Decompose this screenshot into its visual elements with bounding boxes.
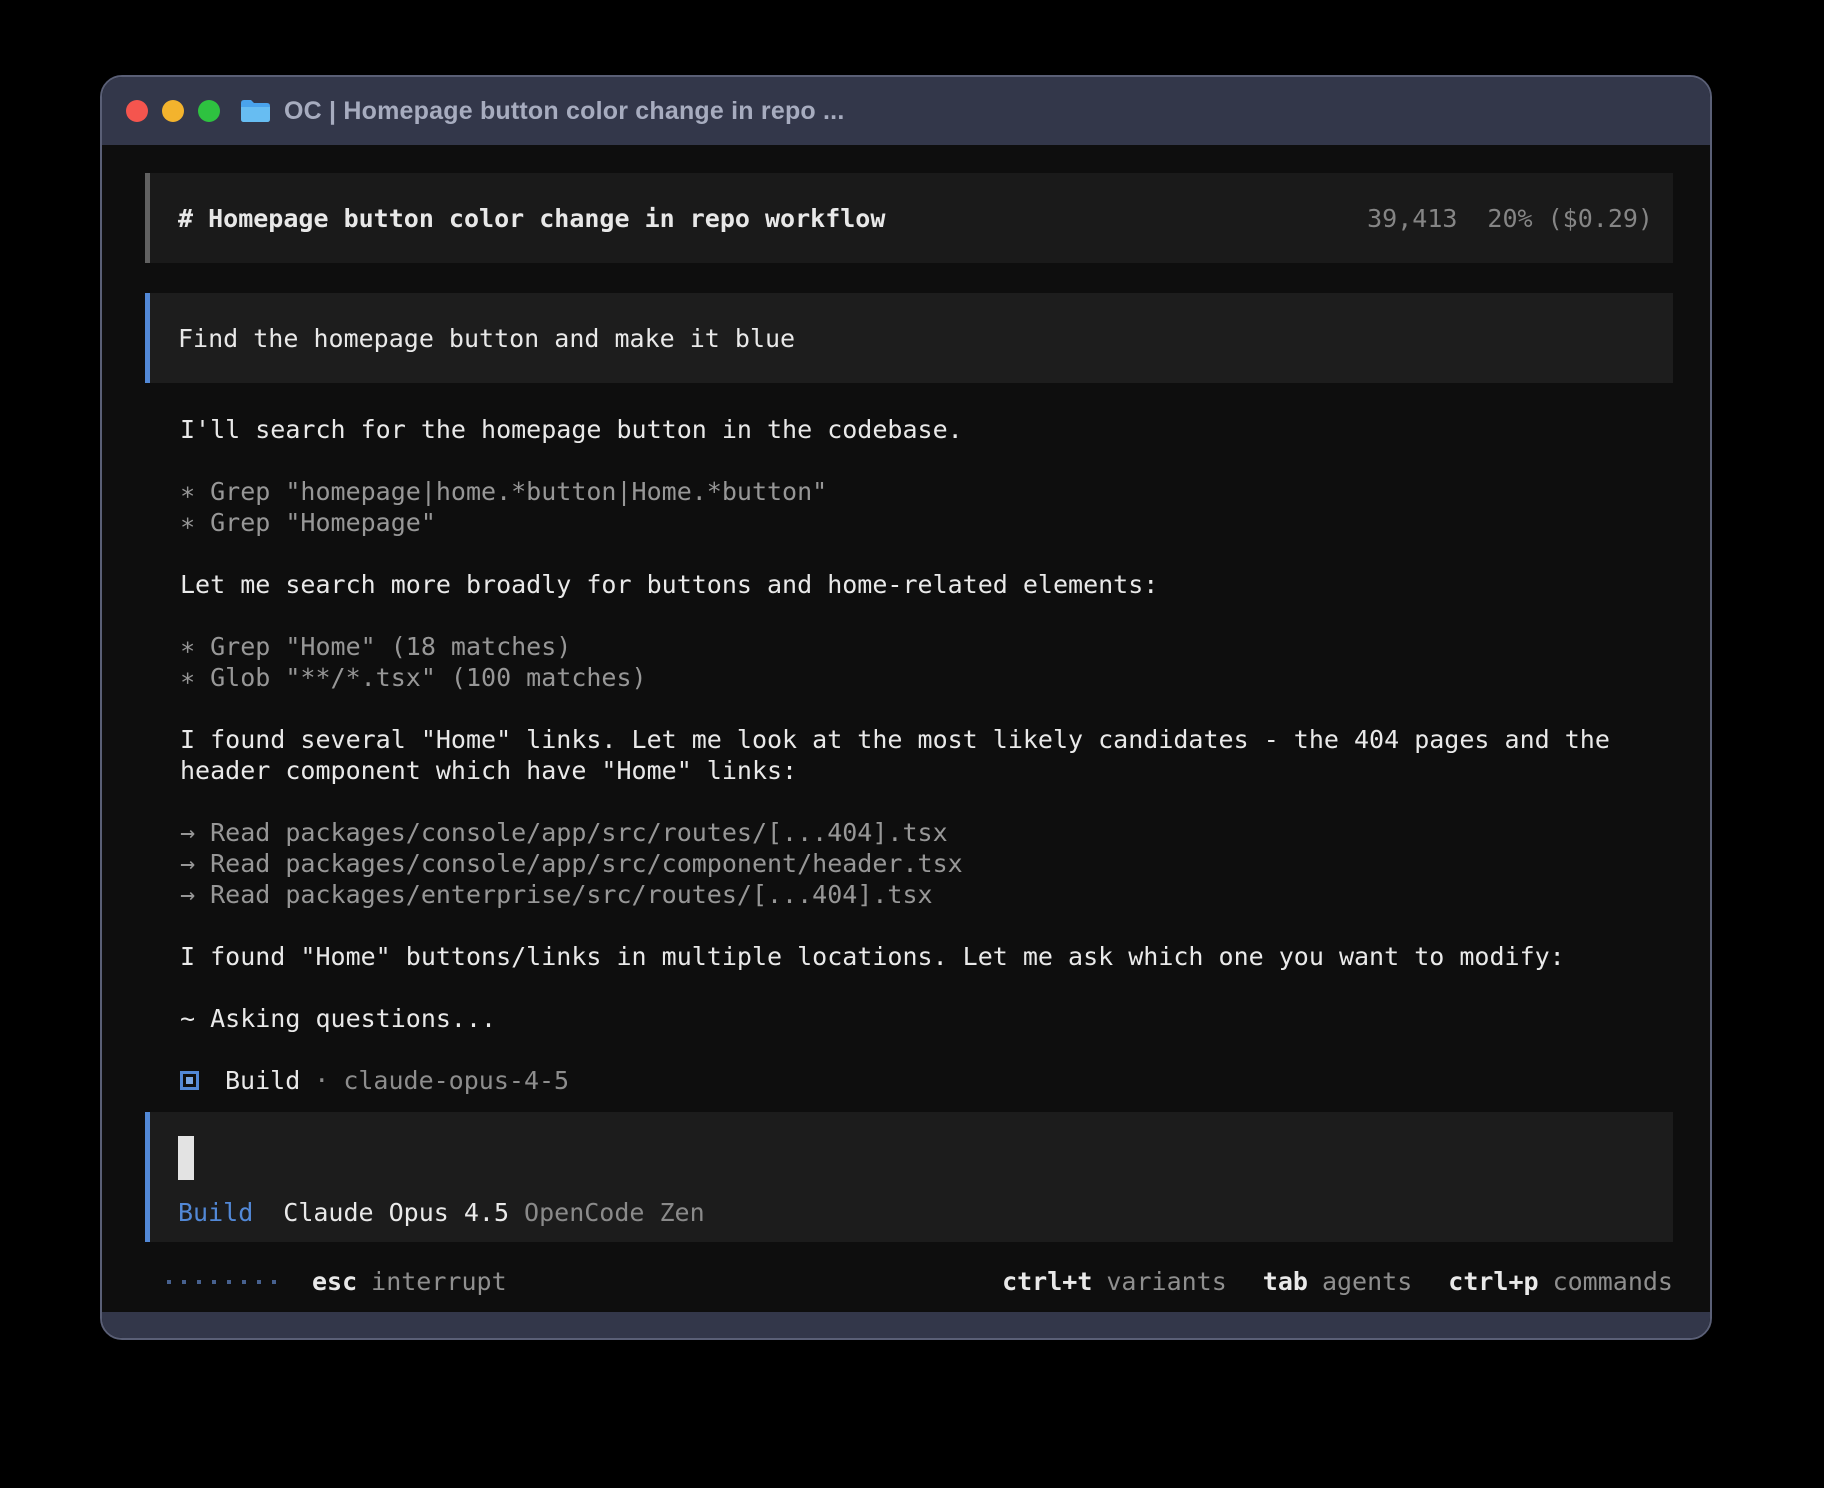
text-cursor: [178, 1136, 194, 1180]
terminal-content: # Homepage button color change in repo w…: [102, 145, 1710, 1312]
tool-call-line: ∗ Grep "Home" (18 matches): [180, 631, 1673, 662]
prompt-input[interactable]: Build Claude Opus 4.5 OpenCode Zen: [145, 1112, 1673, 1242]
hint-commands: ctrl+p commands: [1448, 1266, 1673, 1297]
tool-call-line: → Read packages/console/app/src/routes/[…: [180, 817, 1673, 848]
agent-mode-icon: [180, 1071, 199, 1090]
model-row: Build Claude Opus 4.5 OpenCode Zen: [178, 1197, 1645, 1228]
context-usage: 20% ($0.29): [1487, 203, 1653, 234]
terminal-window: OC | Homepage button color change in rep…: [100, 75, 1712, 1340]
assistant-status-text: ~ Asking questions...: [180, 1003, 1673, 1034]
token-count: 39,413: [1367, 203, 1457, 234]
hint-agents: tab agents: [1263, 1266, 1412, 1297]
user-message: Find the homepage button and make it blu…: [145, 293, 1673, 383]
interrupt-label: interrupt: [371, 1266, 506, 1297]
tool-call-group: ∗ Grep "homepage|home.*button|Home.*butt…: [180, 476, 1673, 538]
tool-call-group: ∗ Grep "Home" (18 matches) ∗ Glob "**/*.…: [180, 631, 1673, 693]
model-name[interactable]: Claude Opus 4.5: [283, 1197, 509, 1228]
provider-name: OpenCode Zen: [524, 1197, 705, 1228]
hint-variants: ctrl+t variants: [1002, 1266, 1227, 1297]
window-title: OC | Homepage button color change in rep…: [284, 97, 844, 126]
agent-row: Build · claude-opus-4-5: [180, 1065, 1673, 1096]
tool-call-line: ∗ Grep "homepage|home.*button|Home.*butt…: [180, 476, 1673, 507]
traffic-lights: [126, 100, 220, 122]
session-stats: 39,413 20% ($0.29): [1367, 203, 1653, 234]
tool-call-group: → Read packages/console/app/src/routes/[…: [180, 817, 1673, 910]
tool-call-line: → Read packages/enterprise/src/routes/[.…: [180, 879, 1673, 910]
titlebar[interactable]: OC | Homepage button color change in rep…: [102, 77, 1710, 145]
status-bar: esc interrupt ctrl+t variants tab agents…: [145, 1266, 1673, 1297]
window-footer: [102, 1312, 1710, 1338]
user-message-text: Find the homepage button and make it blu…: [178, 323, 795, 354]
agent-name: Build: [225, 1065, 300, 1096]
assistant-text: I'll search for the homepage button in t…: [180, 414, 1673, 445]
mode-label[interactable]: Build: [178, 1197, 253, 1228]
spinner-dots: [167, 1280, 276, 1284]
interrupt-hint: esc interrupt: [312, 1266, 507, 1297]
assistant-text: I found several "Home" links. Let me loo…: [180, 724, 1673, 786]
tool-call-line: ∗ Glob "**/*.tsx" (100 matches): [180, 662, 1673, 693]
agent-separator: ·: [314, 1065, 329, 1096]
tool-call-line: → Read packages/console/app/src/componen…: [180, 848, 1673, 879]
interrupt-key: esc: [312, 1266, 357, 1297]
zoom-button-icon[interactable]: [198, 100, 220, 122]
assistant-text: I found "Home" buttons/links in multiple…: [180, 941, 1673, 972]
close-button-icon[interactable]: [126, 100, 148, 122]
tool-call-line: ∗ Grep "Homepage": [180, 507, 1673, 538]
minimize-button-icon[interactable]: [162, 100, 184, 122]
session-title: # Homepage button color change in repo w…: [178, 203, 885, 234]
folder-icon: [240, 98, 271, 124]
keyboard-hints: ctrl+t variants tab agents ctrl+p comman…: [1002, 1266, 1673, 1297]
agent-model: claude-opus-4-5: [343, 1065, 569, 1096]
session-header: # Homepage button color change in repo w…: [145, 173, 1673, 263]
assistant-text: Let me search more broadly for buttons a…: [180, 569, 1673, 600]
